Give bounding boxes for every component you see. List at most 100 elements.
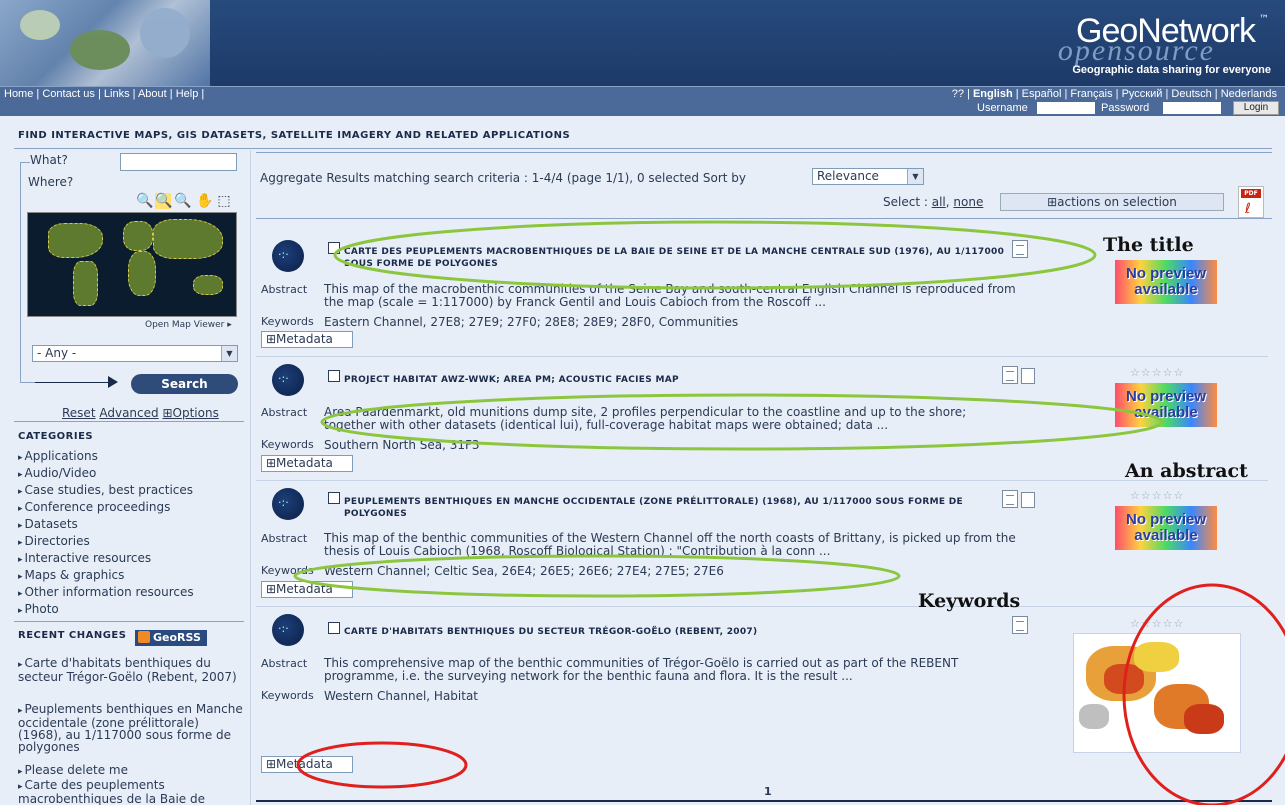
recent-item-link[interactable]: Carte d'habitats benthiques du secteur T…: [18, 657, 243, 683]
recent-item-link[interactable]: Carte des peuplements macrobenthiques de…: [18, 779, 243, 805]
record-title-link[interactable]: PROJECT HABITAT AWZ-WWK; AREA PM; ACOUST…: [344, 374, 984, 386]
divider: [256, 800, 1272, 802]
record-checkbox[interactable]: [328, 242, 340, 254]
main-menu: Home | Contact us | Links | About | Help…: [4, 88, 205, 100]
results-summary: Aggregate Results matching search criter…: [260, 171, 746, 185]
category-link[interactable]: Directories: [18, 534, 90, 548]
record-logo-icon: [272, 488, 304, 520]
lang-francais-link[interactable]: Français: [1070, 88, 1112, 100]
lang-unknown-link[interactable]: ??: [952, 88, 964, 100]
callout-keywords: Keywords: [918, 590, 1021, 612]
category-link[interactable]: Case studies, best practices: [18, 483, 194, 497]
georss-button[interactable]: GeoRSS: [135, 630, 207, 646]
metadata-button[interactable]: ⊞Metadata: [261, 455, 353, 472]
lang-nederlands-link[interactable]: Nederlands: [1221, 88, 1277, 100]
logo-geonetwork[interactable]: GeoNetwork: [1076, 12, 1256, 51]
zoom-box-icon[interactable]: 🔍: [155, 193, 172, 209]
search-heading: FIND INTERACTIVE MAPS, GIS DATASETS, SAT…: [18, 130, 571, 141]
keywords-label: Keywords: [261, 315, 314, 328]
select-none-link[interactable]: none: [953, 195, 983, 209]
nav-help-link[interactable]: Help: [176, 88, 199, 100]
lang-espanol-link[interactable]: Español: [1022, 88, 1062, 100]
abstract-text: This comprehensive map of the benthic co…: [324, 656, 959, 670]
lang-english-link[interactable]: English: [973, 88, 1013, 100]
recent-item-link[interactable]: Please delete me: [18, 764, 243, 778]
nav-links-link[interactable]: Links: [104, 88, 130, 100]
category-link[interactable]: Interactive resources: [18, 551, 152, 565]
divider: [256, 218, 1272, 219]
metadata-xml-icon[interactable]: [1002, 366, 1018, 384]
search-button[interactable]: Search: [131, 374, 238, 394]
region-select-value: - Any -: [37, 346, 77, 360]
record-separator: [256, 356, 1268, 357]
advanced-link[interactable]: Advanced: [99, 406, 158, 420]
zoom-in-icon[interactable]: 🔍: [136, 193, 153, 209]
metadata-button[interactable]: ⊞Metadata: [261, 756, 353, 773]
record-title-link[interactable]: CARTE DES PEUPLEMENTS MACROBENTHIQUES DE…: [344, 246, 1014, 270]
no-preview-thumbnail[interactable]: No preview available: [1115, 260, 1217, 304]
top-nav-bar: Home | Contact us | Links | About | Help…: [0, 86, 1285, 100]
category-link[interactable]: Conference proceedings: [18, 500, 171, 514]
record-title-link[interactable]: PEUPLEMENTS BENTHIQUES EN MANCHE OCCIDEN…: [344, 496, 984, 520]
category-link[interactable]: Audio/Video: [18, 466, 97, 480]
what-input[interactable]: [120, 153, 237, 171]
password-input[interactable]: [1163, 102, 1221, 114]
metadata-print-icon[interactable]: [1021, 492, 1035, 508]
lang-deutsch-link[interactable]: Deutsch: [1171, 88, 1211, 100]
category-link[interactable]: Applications: [18, 449, 98, 463]
keywords-text: Southern North Sea, 31F3: [324, 438, 480, 452]
no-preview-thumbnail[interactable]: No preview available: [1115, 506, 1217, 550]
metadata-xml-icon[interactable]: [1012, 616, 1028, 634]
nav-home-link[interactable]: Home: [4, 88, 33, 100]
abstract-label: Abstract: [261, 283, 308, 296]
actions-on-selection-button[interactable]: ⊞actions on selection: [1000, 193, 1224, 211]
category-link[interactable]: Other information resources: [18, 585, 194, 599]
record-title-link[interactable]: CARTE D'HABITATS BENTHIQUES DU SECTEUR T…: [344, 626, 984, 638]
record-checkbox[interactable]: [328, 622, 340, 634]
record-checkbox[interactable]: [328, 492, 340, 504]
search-bracket: [20, 382, 35, 383]
metadata-xml-icon[interactable]: [1012, 240, 1028, 258]
page-number[interactable]: 1: [764, 785, 772, 798]
login-bar: Username Password Login: [0, 100, 1285, 116]
category-link[interactable]: Maps & graphics: [18, 568, 125, 582]
zoom-out-icon[interactable]: 🔍: [174, 193, 191, 209]
abstract-text: programme, i.e. the surveying network fo…: [324, 669, 853, 683]
keywords-label: Keywords: [261, 564, 314, 577]
lang-russian-link[interactable]: Русский: [1122, 88, 1163, 100]
pdf-icon[interactable]: PDF ℓ: [1238, 186, 1264, 218]
rating-stars[interactable]: ☆☆☆☆☆: [1130, 366, 1184, 379]
open-map-viewer-link[interactable]: Open Map Viewer ▸: [145, 320, 232, 330]
rating-stars[interactable]: ☆☆☆☆☆: [1130, 489, 1184, 502]
username-input[interactable]: [1037, 102, 1095, 114]
select-extent-icon[interactable]: ⬚: [216, 193, 232, 209]
abstract-text: This map of the benthic communities of t…: [324, 531, 1016, 545]
recent-item-link[interactable]: Peuplements benthiques en Manche occiden…: [18, 703, 243, 753]
login-button[interactable]: Login: [1233, 101, 1279, 115]
sort-select-value: Relevance: [817, 169, 879, 183]
nav-contact-link[interactable]: Contact us: [42, 88, 95, 100]
select-all-link[interactable]: all: [932, 195, 946, 209]
no-preview-text: No preview: [1125, 265, 1207, 282]
metadata-xml-icon[interactable]: [1002, 490, 1018, 508]
what-label: What?: [30, 153, 68, 167]
metadata-button[interactable]: ⊞Metadata: [261, 581, 353, 598]
category-link[interactable]: Photo: [18, 602, 59, 616]
abstract-label: Abstract: [261, 657, 308, 670]
reset-link[interactable]: Reset: [62, 406, 96, 420]
record-checkbox[interactable]: [328, 370, 340, 382]
no-preview-thumbnail[interactable]: No preview available: [1115, 383, 1217, 427]
metadata-button[interactable]: ⊞Metadata: [261, 331, 353, 348]
region-select[interactable]: - Any - ▼: [32, 345, 238, 362]
category-link[interactable]: Datasets: [18, 517, 78, 531]
abstract-text: together with other datasets (identical …: [324, 418, 889, 432]
rating-stars[interactable]: ☆☆☆☆☆: [1130, 617, 1184, 630]
sort-select[interactable]: Relevance ▼: [812, 168, 924, 185]
record-thumbnail[interactable]: [1073, 633, 1241, 753]
pan-hand-icon[interactable]: ✋: [196, 193, 213, 209]
world-map[interactable]: [27, 212, 237, 317]
options-link[interactable]: ⊞Options: [162, 406, 218, 420]
metadata-print-icon[interactable]: [1021, 368, 1035, 384]
nav-about-link[interactable]: About: [138, 88, 167, 100]
abstract-text: This map of the macrobenthic communities…: [324, 282, 1016, 296]
